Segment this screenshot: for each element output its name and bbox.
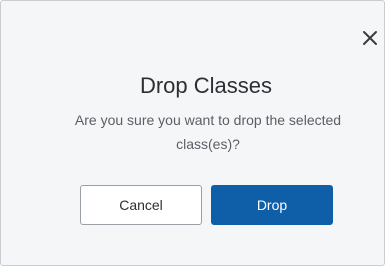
drop-button[interactable]: Drop bbox=[211, 185, 333, 225]
dialog-message: Are you sure you want to drop the select… bbox=[74, 112, 342, 152]
close-icon bbox=[363, 31, 377, 45]
drop-classes-dialog: Drop Classes Are you sure you want to dr… bbox=[0, 0, 385, 266]
screen: Drop Classes Are you sure you want to dr… bbox=[0, 0, 391, 273]
close-button[interactable] bbox=[359, 27, 381, 49]
cancel-button[interactable]: Cancel bbox=[80, 185, 202, 225]
dialog-title: Drop Classes bbox=[139, 73, 273, 98]
